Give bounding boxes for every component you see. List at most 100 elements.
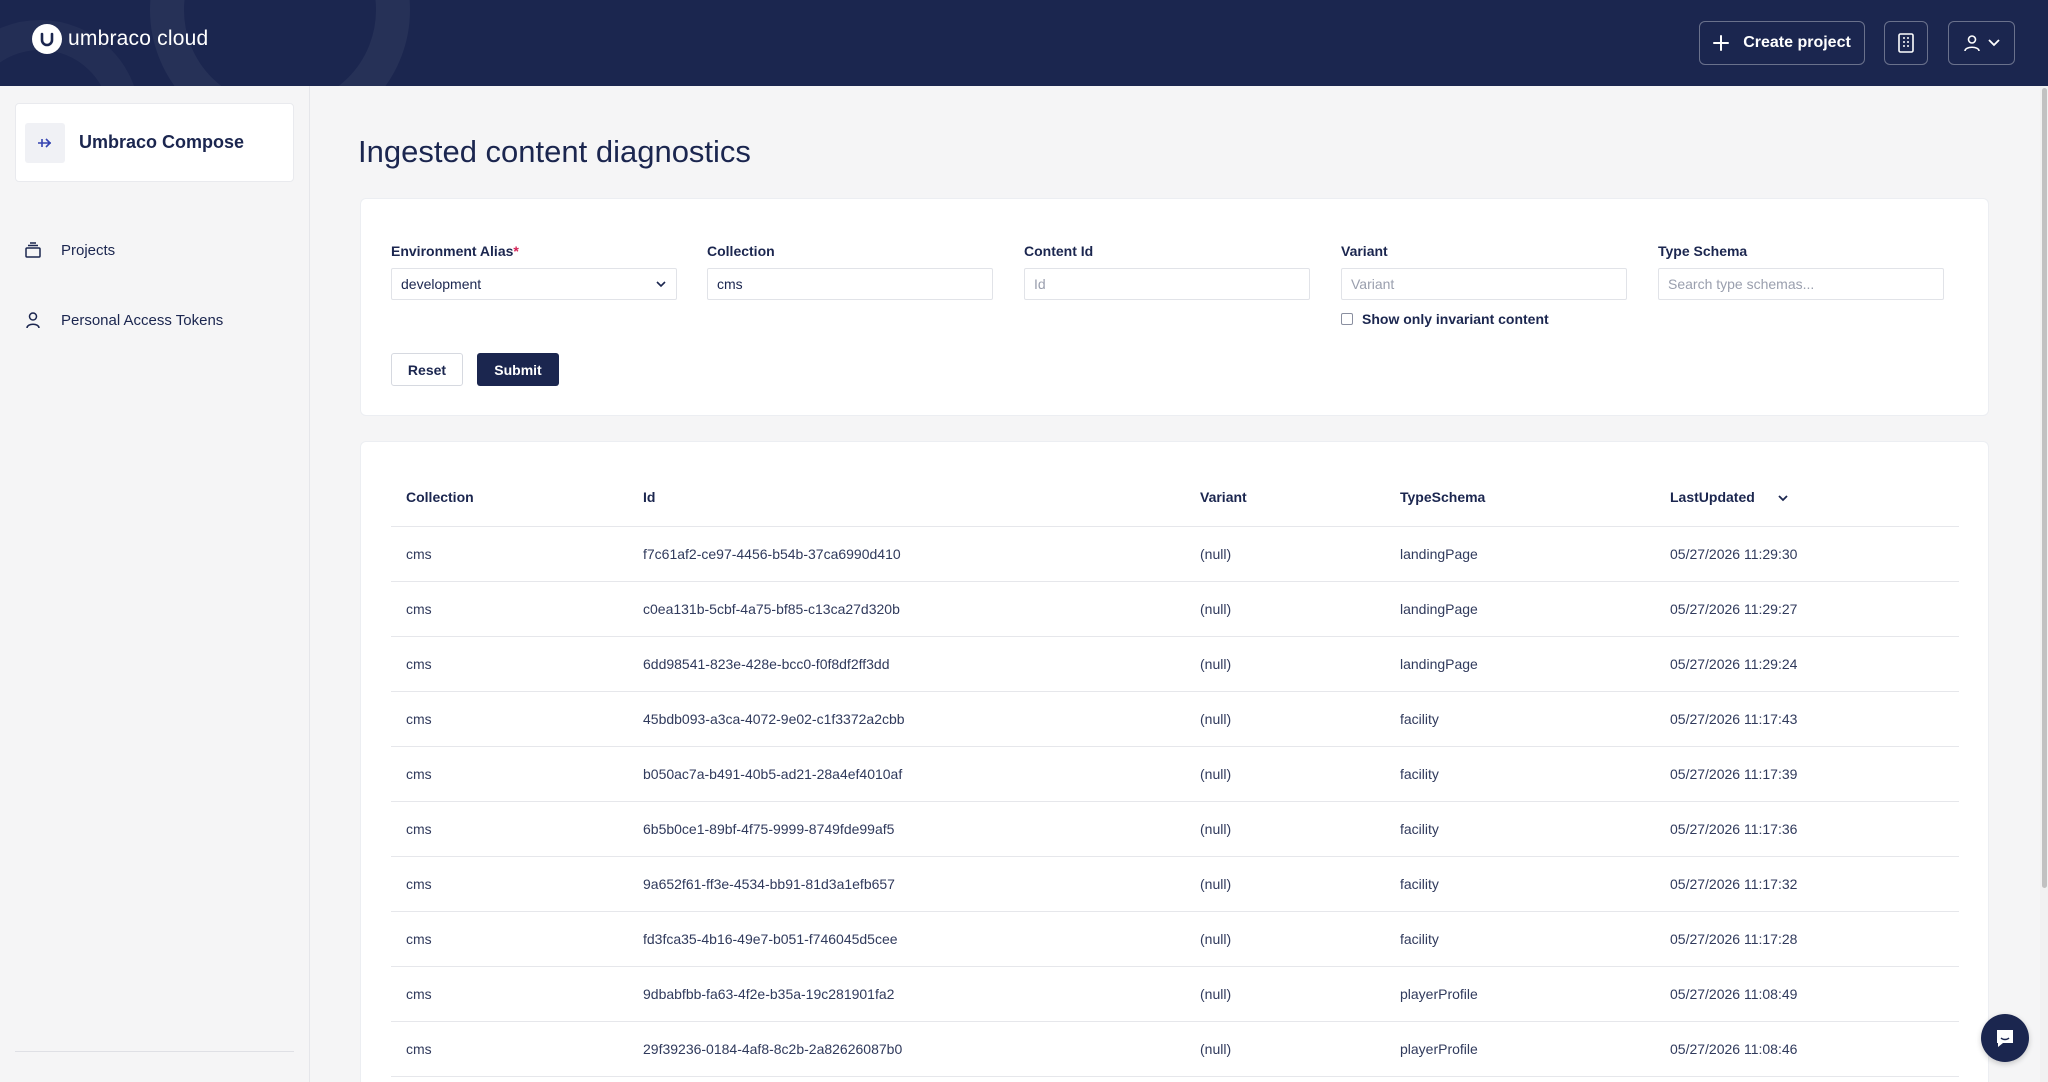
table-row[interactable]: cms fd3fca35-4b16-49e7-b051-f746045d5cee(… — [391, 911, 1959, 967]
type-schema-field: Type Schema Search type schemas... — [1658, 243, 1944, 300]
cell-id: c0ea131b-5cbf-4a75-bf85-c13ca27d320b — [628, 581, 1185, 637]
cell-lastupdated: 05/27/2026 11:29:24 — [1655, 636, 1959, 692]
cell-variant: (null) — [1185, 1021, 1385, 1077]
cell-id: f7c61af2-ce97-4456-b54b-37ca6990d410 — [628, 526, 1185, 582]
chat-icon — [1997, 1030, 2013, 1047]
cell-variant: (null) — [1185, 636, 1385, 692]
sidebar-item-projects[interactable]: Projects — [24, 241, 115, 259]
cell-lastupdated: 05/27/2026 11:17:28 — [1655, 911, 1959, 967]
cell-lastupdated: 05/27/2026 11:29:27 — [1655, 581, 1959, 637]
plus-icon — [1713, 35, 1730, 51]
environment-alias-label: Environment Alias* — [391, 243, 519, 259]
cell-collection: cms — [391, 966, 628, 1022]
cell-collection: cms — [391, 636, 628, 692]
cell-collection: cms — [391, 581, 628, 637]
collection-input[interactable]: cms — [707, 268, 993, 300]
sidebar-item-personal-access-tokens[interactable]: Personal Access Tokens — [24, 311, 223, 329]
cell-collection: cms — [391, 691, 628, 747]
table-row[interactable]: cms f7c61af2-ce97-4456-b54b-37ca6990d410(… — [391, 526, 1959, 582]
invariant-checkbox[interactable] — [1341, 313, 1353, 325]
user-menu-button[interactable] — [1948, 21, 2015, 65]
compose-icon — [25, 122, 65, 163]
cell-typeschema: playerProfile — [1385, 966, 1655, 1022]
cell-typeschema: facility — [1385, 746, 1655, 802]
variant-field: Variant Variant Show only invariant cont… — [1341, 243, 1627, 327]
cell-id: 9a652f61-ff3e-4534-bb91-81d3a1efb657 — [628, 856, 1185, 912]
cell-variant: (null) — [1185, 746, 1385, 802]
cell-typeschema: facility — [1385, 691, 1655, 747]
content-id-input[interactable]: Id — [1024, 268, 1310, 300]
table-row[interactable]: cms 9a652f61-ff3e-4534-bb91-81d3a1efb657(… — [391, 856, 1959, 912]
cell-variant: (null) — [1185, 801, 1385, 857]
reset-button[interactable]: Reset — [391, 353, 463, 386]
chevron-down-icon[interactable] — [1777, 494, 1789, 502]
column-header-collection[interactable]: Collection — [391, 468, 628, 527]
cell-variant: (null) — [1185, 581, 1385, 637]
table-row[interactable]: cms c0ea131b-5cbf-4a75-bf85-c13ca27d320b(… — [391, 581, 1959, 637]
cell-typeschema: facility — [1385, 801, 1655, 857]
user-icon — [1963, 35, 1980, 52]
content-id-label: Content Id — [1024, 243, 1094, 259]
chevron-down-icon — [1987, 39, 2000, 47]
cell-variant: (null) — [1185, 691, 1385, 747]
page-title: Ingested content diagnostics — [358, 134, 751, 169]
type-schema-input[interactable]: Search type schemas... — [1658, 268, 1944, 300]
umbraco-cloud-logo[interactable]: umbraco cloud — [32, 24, 208, 54]
cell-collection: cms — [391, 1021, 628, 1077]
divider — [15, 1051, 294, 1052]
logo-text: umbraco cloud — [68, 27, 209, 50]
column-header-lastupdated[interactable]: LastUpdated — [1655, 468, 1959, 527]
cell-typeschema: landingPage — [1385, 526, 1655, 582]
top-bar: umbraco cloud Create project — [0, 0, 2048, 86]
umbraco-logo-icon — [32, 24, 62, 54]
cell-lastupdated: 05/27/2026 11:17:43 — [1655, 691, 1959, 747]
cell-lastupdated: 05/27/2026 11:08:49 — [1655, 966, 1959, 1022]
table-row[interactable]: cms 6b5b0ce1-89bf-4f75-9999-8749fde99af5(… — [391, 801, 1959, 857]
collection-field: Collection cms — [707, 243, 993, 300]
submit-button[interactable]: Submit — [477, 353, 559, 386]
invariant-checkbox-row[interactable]: Show only invariant content — [1341, 311, 1627, 327]
cell-id: 9dbabfbb-fa63-4f2e-b35a-19c281901fa2 — [628, 966, 1185, 1022]
cell-collection: cms — [391, 746, 628, 802]
collection-label: Collection — [707, 243, 775, 259]
building-icon — [1898, 33, 1914, 53]
create-project-label: Create project — [1743, 34, 1851, 51]
results-table: Collection Id Variant TypeSchema LastUpd… — [391, 468, 1959, 1077]
scrollbar-thumb[interactable] — [2042, 88, 2047, 888]
cell-id: 6b5b0ce1-89bf-4f75-9999-8749fde99af5 — [628, 801, 1185, 857]
cell-id: 6dd98541-823e-428e-bcc0-f0f8df2ff3dd — [628, 636, 1185, 692]
project-card[interactable]: Umbraco Compose — [15, 103, 294, 182]
table-header-row: Collection Id Variant TypeSchema LastUpd… — [391, 468, 1959, 527]
table-row[interactable]: cms 9dbabfbb-fa63-4f2e-b35a-19c281901fa2(… — [391, 966, 1959, 1022]
environment-alias-field: Environment Alias* development — [391, 243, 677, 300]
table-row[interactable]: cms 45bdb093-a3ca-4072-9e02-c1f3372a2cbb(… — [391, 691, 1959, 747]
table-row[interactable]: cms 6dd98541-823e-428e-bcc0-f0f8df2ff3dd(… — [391, 636, 1959, 692]
filter-panel: Environment Alias* development Collectio… — [360, 198, 1989, 416]
organization-button[interactable] — [1884, 21, 1928, 65]
cell-id: b050ac7a-b491-40b5-ad21-28a4ef4010af — [628, 746, 1185, 802]
content-id-field: Content Id Id — [1024, 243, 1310, 300]
column-header-typeschema[interactable]: TypeSchema — [1385, 468, 1655, 527]
cell-id: fd3fca35-4b16-49e7-b051-f746045d5cee — [628, 911, 1185, 967]
cell-lastupdated: 05/27/2026 11:17:36 — [1655, 801, 1959, 857]
column-header-variant[interactable]: Variant — [1185, 468, 1385, 527]
cell-lastupdated: 05/27/2026 11:17:39 — [1655, 746, 1959, 802]
invariant-checkbox-label: Show only invariant content — [1362, 311, 1549, 327]
create-project-button[interactable]: Create project — [1699, 21, 1865, 65]
cell-typeschema: facility — [1385, 856, 1655, 912]
variant-label: Variant — [1341, 243, 1388, 259]
table-row[interactable]: cms 29f39236-0184-4af8-8c2b-2a82626087b0(… — [391, 1021, 1959, 1077]
cell-id: 29f39236-0184-4af8-8c2b-2a82626087b0 — [628, 1021, 1185, 1077]
results-panel: Collection Id Variant TypeSchema LastUpd… — [360, 441, 1989, 1082]
cell-typeschema: landingPage — [1385, 581, 1655, 637]
sidebar-item-label: Personal Access Tokens — [61, 311, 224, 329]
cell-collection: cms — [391, 856, 628, 912]
chat-support-button[interactable] — [1981, 1014, 2029, 1062]
chevron-down-icon — [656, 281, 666, 288]
column-header-id[interactable]: Id — [628, 468, 1185, 527]
environment-alias-select[interactable]: development — [391, 268, 677, 300]
sidebar: Umbraco Compose Projects Personal Access… — [0, 86, 310, 1082]
cell-lastupdated: 05/27/2026 11:17:32 — [1655, 856, 1959, 912]
table-row[interactable]: cms b050ac7a-b491-40b5-ad21-28a4ef4010af(… — [391, 746, 1959, 802]
variant-input[interactable]: Variant — [1341, 268, 1627, 300]
